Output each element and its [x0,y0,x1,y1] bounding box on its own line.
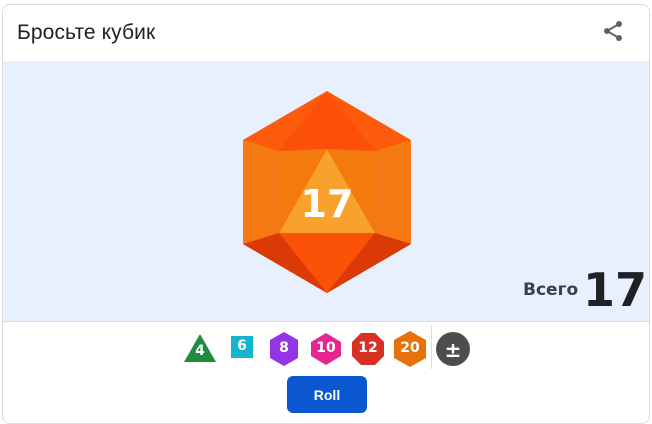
d6-label: 6 [237,338,247,354]
dice-roller-card: Бросьте кубик 17 Всего 17 4 6 8 10 12 20… [2,4,650,424]
share-icon[interactable] [601,19,625,43]
d8-label: 8 [279,340,289,356]
d10-button[interactable]: 10 [308,328,344,368]
d10-label: 10 [316,340,336,356]
total-label: Всего [523,280,579,300]
d4-label: 4 [195,343,205,359]
die-result-value: 17 [300,182,354,226]
d12-button[interactable]: 12 [350,328,386,368]
modifier-label: ± [444,338,462,362]
d4-button[interactable]: 4 [182,328,218,368]
dice-selector: 4 6 8 10 12 20 ± [3,328,649,368]
modifier-button[interactable]: ± [435,328,471,368]
d6-button[interactable]: 6 [224,328,260,368]
d20-button[interactable]: 20 [392,328,428,368]
dice-divider [431,325,432,369]
card-header: Бросьте кубик [3,5,649,61]
roll-result-area: 17 Всего 17 [3,61,649,322]
d12-label: 12 [358,340,378,356]
d20-label: 20 [400,340,420,356]
d8-button[interactable]: 8 [266,328,302,368]
card-title: Бросьте кубик [17,21,156,44]
roll-button[interactable]: Roll [287,376,367,413]
total-value: 17 [583,263,648,317]
